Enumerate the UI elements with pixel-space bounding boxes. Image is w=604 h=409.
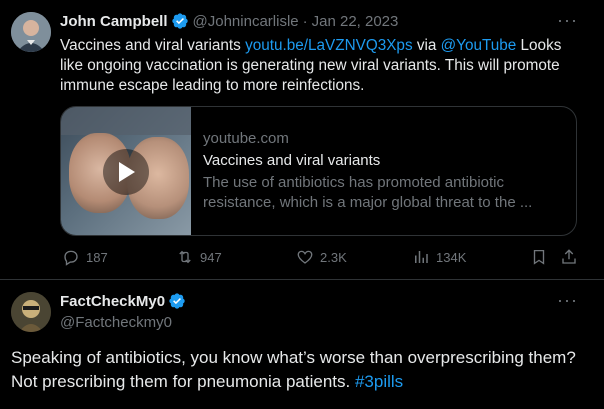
mention-youtube[interactable]: @YouTube [441, 37, 517, 54]
hashtag-link[interactable]: #3pills [355, 372, 403, 391]
tweet-2-header: FactCheckMy0 [60, 292, 186, 310]
card-description: The use of antibiotics has promoted anti… [203, 174, 533, 211]
tweet-date[interactable]: Jan 22, 2023 [312, 13, 399, 30]
heart-icon [297, 250, 313, 264]
author-name[interactable]: FactCheckMy0 [60, 293, 165, 310]
author-name[interactable]: John Campbell [60, 13, 168, 30]
retweet-button[interactable]: 947 [176, 248, 222, 266]
video-thumbnail[interactable] [61, 107, 191, 235]
tweet-1-text: Vaccines and viral variants youtu.be/LaV… [60, 36, 580, 96]
link-preview-card[interactable]: youtube.com Vaccines and viral variants … [60, 106, 577, 236]
avatar-john-campbell[interactable] [11, 12, 51, 52]
reply-button[interactable]: 187 [62, 248, 108, 266]
text-part: via [412, 37, 441, 54]
retweet-count: 947 [200, 249, 222, 265]
reply-count: 187 [86, 249, 108, 265]
like-count: 2.3K [320, 249, 347, 265]
play-icon[interactable] [103, 149, 149, 195]
verified-badge-icon [168, 292, 186, 310]
thumbnail-background [61, 107, 191, 135]
tweet-1[interactable]: John Campbell @Johnincarlisle · Jan 22, … [0, 0, 604, 280]
verified-badge-icon [171, 12, 189, 30]
views-button[interactable]: 134K [412, 248, 466, 266]
share-icon [562, 249, 576, 264]
tweet-1-actions: 187 947 2.3K 134K [60, 248, 580, 268]
tweet-divider [0, 279, 604, 280]
text-part: Vaccines and viral variants [60, 37, 246, 54]
bookmark-icon [533, 249, 545, 265]
reply-icon [64, 250, 78, 266]
author-handle[interactable]: @Factcheckmy0 [60, 314, 172, 331]
card-domain: youtube.com [203, 130, 289, 147]
bookmark-button[interactable] [530, 248, 554, 266]
tweet-2-text: Speaking of antibiotics, you know what’s… [11, 346, 591, 394]
share-button[interactable] [560, 248, 584, 266]
dot-separator: · [302, 12, 308, 30]
avatar-image [11, 12, 51, 52]
card-title: Vaccines and viral variants [203, 152, 381, 169]
views-bar-icon [415, 251, 428, 263]
retweet-icon [179, 250, 191, 264]
avatar-factcheckmy0[interactable] [11, 292, 51, 332]
avatar-image [11, 292, 51, 332]
tweet-1-header: John Campbell @Johnincarlisle · Jan 22, … [60, 11, 398, 31]
views-count: 134K [436, 249, 467, 265]
author-handle[interactable]: @Johnincarlisle [193, 13, 299, 30]
more-options-icon[interactable]: ··· [557, 290, 578, 311]
more-options-icon[interactable]: ··· [557, 10, 578, 31]
card-body: youtube.com Vaccines and viral variants … [203, 129, 568, 213]
text-part: Speaking of antibiotics, you know what’s… [11, 348, 576, 391]
youtube-link[interactable]: youtu.be/LaVZNVQ3Xps [245, 37, 413, 54]
like-button[interactable]: 2.3K [296, 248, 347, 266]
